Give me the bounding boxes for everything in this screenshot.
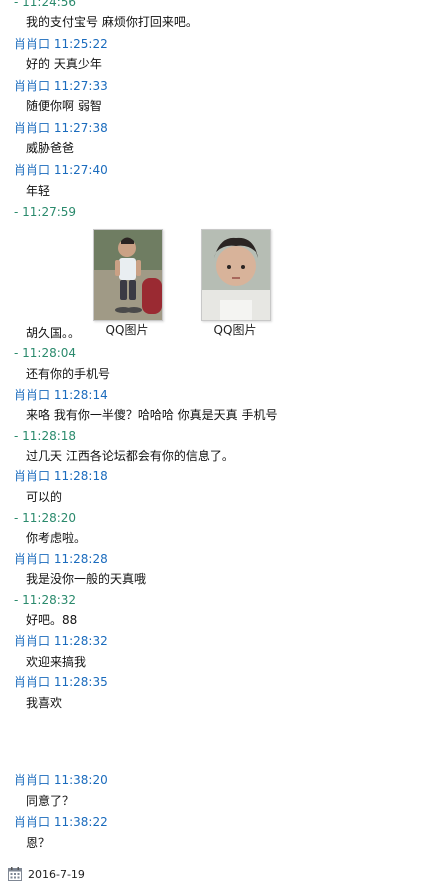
- message-time: 11:28:28: [53, 552, 108, 566]
- message-header: - 11:28:18: [14, 429, 77, 443]
- message-text[interactable]: 可以的: [26, 490, 62, 504]
- message-header: 肖肖口 11:27:40: [14, 163, 108, 177]
- sender-name[interactable]: 肖肖口: [14, 773, 50, 787]
- message-text[interactable]: 好吧。88: [26, 613, 77, 627]
- message-header: - 11:28:04: [14, 346, 77, 360]
- message-header: 肖肖口 11:38:20: [14, 773, 108, 787]
- message-text[interactable]: 欢迎来搞我: [26, 655, 86, 669]
- message-text[interactable]: 你考虑啦。: [26, 531, 86, 545]
- message-header: - 11:24:56: [14, 0, 76, 9]
- message-header: 肖肖口 11:28:14: [14, 388, 108, 402]
- chat-log: - 11:24:56 我的支付宝号 麻烦你打回来吧。 肖肖口 11:25:22 …: [0, 0, 444, 883]
- photo-image: [202, 230, 270, 320]
- sender-name[interactable]: 肖肖口: [14, 121, 50, 135]
- photo-image: [94, 230, 162, 320]
- date-separator: 2016-7-19: [8, 866, 85, 882]
- calendar-icon: [8, 867, 22, 881]
- message-text[interactable]: 同意了？: [26, 794, 74, 808]
- message-header: 肖肖口 11:25:22: [14, 37, 108, 51]
- message-time: 11:28:35: [53, 675, 108, 689]
- message-time: 11:27:59: [22, 205, 77, 219]
- message-text[interactable]: 恩？: [26, 836, 50, 850]
- sender-name[interactable]: 肖肖口: [14, 634, 50, 648]
- message-header: 肖肖口 11:38:22: [14, 815, 108, 829]
- message-header: 肖肖口 11:27:38: [14, 121, 108, 135]
- message-time: 11:38:22: [53, 815, 108, 829]
- message-time: 11:27:33: [53, 79, 108, 93]
- sender-name[interactable]: 肖肖口: [14, 79, 50, 93]
- message-time: 11:28:32: [22, 593, 77, 607]
- message-header: 肖肖口 11:28:28: [14, 552, 108, 566]
- message-header: - 11:27:59: [14, 205, 77, 219]
- sender-name[interactable]: 肖肖口: [14, 388, 50, 402]
- message-time: 11:27:38: [53, 121, 108, 135]
- message-text[interactable]: 来咯 我有你一半傻？哈哈哈 你真是天真 手机号: [26, 408, 277, 422]
- message-text[interactable]: 年轻: [26, 184, 50, 198]
- message-text[interactable]: 过几天 江西各论坛都会有你的信息了。: [26, 449, 234, 463]
- message-text[interactable]: 威胁爸爸: [26, 141, 74, 155]
- photo-caption: QQ图片: [105, 323, 149, 337]
- photo-thumbnail[interactable]: [201, 229, 271, 321]
- message-time: 11:28:32: [53, 634, 108, 648]
- sender-name[interactable]: 肖肖口: [14, 552, 50, 566]
- message-text[interactable]: 我的支付宝号 麻烦你打回来吧。: [26, 15, 198, 29]
- message-header: - 11:28:32: [14, 593, 77, 607]
- message-text[interactable]: 随便你啊 弱智: [26, 99, 102, 113]
- message-header: 肖肖口 11:28:18: [14, 469, 108, 483]
- message-text[interactable]: 我喜欢: [26, 696, 62, 710]
- sender-name[interactable]: 肖肖口: [14, 675, 50, 689]
- date-label: 2016-7-19: [28, 867, 85, 881]
- message-time: 11:28:20: [22, 511, 77, 525]
- message-time: 11:24:56: [22, 0, 77, 9]
- message-header: - 11:28:20: [14, 511, 77, 525]
- message-text[interactable]: 我是没你一般的天真哦: [26, 572, 146, 586]
- message-text[interactable]: 胡久国。。: [26, 326, 80, 340]
- message-time: 11:28:18: [22, 429, 77, 443]
- photo-thumbnail[interactable]: [93, 229, 163, 321]
- message-time: 11:28:14: [53, 388, 108, 402]
- message-time: 11:28:04: [22, 346, 77, 360]
- message-header: 肖肖口 11:28:35: [14, 675, 108, 689]
- message-time: 11:25:22: [53, 37, 108, 51]
- sender-name[interactable]: 肖肖口: [14, 815, 50, 829]
- sender-name[interactable]: 肖肖口: [14, 469, 50, 483]
- sender-name[interactable]: 肖肖口: [14, 37, 50, 51]
- sender-name[interactable]: 肖肖口: [14, 163, 50, 177]
- photo-caption: QQ图片: [213, 323, 257, 337]
- message-time: 11:28:18: [53, 469, 108, 483]
- message-time: 11:38:20: [53, 773, 108, 787]
- message-text[interactable]: 好的 天真少年: [26, 57, 102, 71]
- message-time: 11:27:40: [53, 163, 108, 177]
- message-text[interactable]: 还有你的手机号: [26, 367, 110, 381]
- message-header: 肖肖口 11:27:33: [14, 79, 108, 93]
- message-header: 肖肖口 11:28:32: [14, 634, 108, 648]
